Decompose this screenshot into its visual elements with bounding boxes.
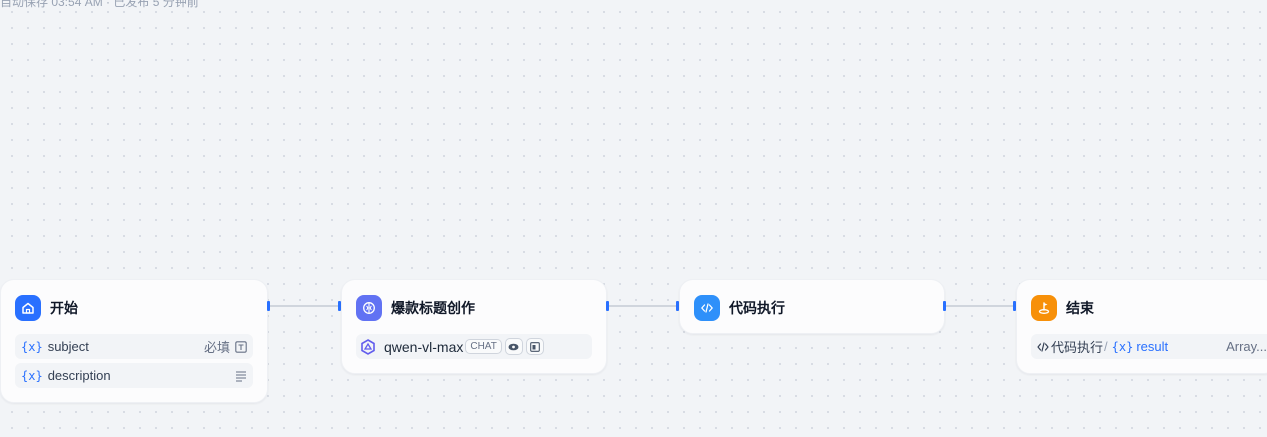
variable-icon: {x} (21, 339, 43, 354)
paragraph-icon (235, 370, 247, 382)
text-input-icon (235, 340, 247, 353)
variable-icon: {x} (21, 368, 43, 383)
vision-icon (504, 338, 523, 355)
code-icon (694, 295, 720, 321)
qwen-logo-icon (360, 338, 376, 355)
var-name: subject (47, 339, 89, 354)
path-separator: / (1104, 339, 1108, 354)
var-type: Array... (1226, 339, 1267, 354)
document-icon (525, 338, 544, 355)
node-title: 代码执行 (729, 300, 785, 316)
node-end[interactable]: 结束 代码执行 / {x} result Array... (1016, 279, 1267, 374)
var-row-description[interactable]: {x} description (15, 363, 253, 388)
output-handle[interactable] (267, 301, 270, 311)
code-icon (1037, 341, 1049, 353)
edge-code-end (946, 305, 1015, 307)
edge-llm-code (609, 305, 678, 307)
home-icon (15, 295, 41, 321)
var-name: result (1136, 339, 1169, 354)
model-selector[interactable]: qwen-vl-max CHAT (356, 334, 592, 359)
output-handle[interactable] (943, 301, 946, 311)
node-title: 开始 (50, 300, 78, 316)
output-var-row[interactable]: 代码执行 / {x} result Array... (1031, 334, 1267, 359)
mode-chip: CHAT (465, 339, 502, 354)
node-llm[interactable]: 爆款标题创作 qwen-vl-max CHAT (341, 279, 607, 374)
node-start[interactable]: 开始 {x} subject 必填 {x} description (0, 279, 268, 403)
variable-icon: {x} (1111, 339, 1134, 354)
node-code[interactable]: 代码执行 (679, 279, 945, 334)
edge-start-llm (270, 305, 340, 307)
node-title: 结束 (1066, 300, 1094, 316)
var-name: description (47, 368, 111, 383)
required-label: 必填 (203, 340, 230, 355)
var-row-subject[interactable]: {x} subject 必填 (15, 334, 253, 359)
brain-icon (356, 295, 382, 321)
model-name: qwen-vl-max (384, 338, 464, 355)
flag-end-icon (1031, 295, 1057, 321)
autosave-status: 自动保存 03:54 AM · 已发布 5 分钟前 (0, 0, 199, 9)
node-title: 爆款标题创作 (391, 300, 475, 316)
output-handle[interactable] (606, 301, 609, 311)
source-node-name: 代码执行 (1051, 340, 1104, 355)
